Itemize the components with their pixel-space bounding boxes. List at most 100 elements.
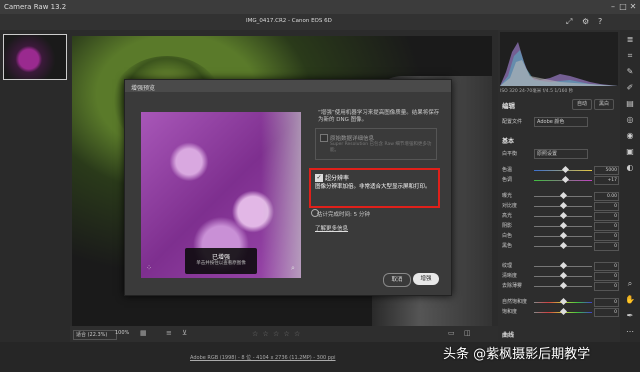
preview-highlight (261, 112, 301, 278)
slider-knob[interactable] (562, 165, 570, 174)
slider-value-input[interactable]: 0.00 (594, 192, 619, 201)
slider-value-input[interactable]: 0 (594, 202, 619, 211)
zoom-icon[interactable]: ⌕ (624, 278, 636, 290)
close-icon[interactable]: ✕ (628, 2, 638, 12)
slider-knob[interactable] (559, 307, 567, 316)
slider-knob[interactable] (559, 281, 567, 290)
brush-icon[interactable]: ✐ (624, 82, 636, 94)
tool-strip: ≣ ⌗ ✎ ✐ ▤ ◎ ◉ ▣ ◐ ⌕ ✋ ✒ ⋯ (620, 30, 640, 342)
move-icon[interactable]: ⁘ (145, 264, 153, 272)
slider-knob[interactable] (559, 221, 567, 230)
slider-value-input[interactable]: 0 (594, 212, 619, 221)
red-eye-icon[interactable]: ◉ (624, 130, 636, 142)
basic-section-header[interactable]: 基本 (502, 136, 514, 145)
slider-value-input[interactable]: 0 (594, 222, 619, 231)
learn-more-link[interactable]: 了解更多信息 (315, 224, 348, 232)
preview-badge-title: 已增强 (211, 254, 230, 261)
snapshots-icon[interactable]: ▣ (624, 146, 636, 158)
help-icon[interactable]: ? (598, 17, 602, 26)
slider-row: 饱和度 0 (502, 307, 619, 317)
filter-icon[interactable]: ⊻ (182, 329, 187, 337)
slider-label: 自然饱和度 (502, 299, 528, 305)
slider-row: 清晰度 0 (502, 271, 619, 281)
more-icon[interactable]: ⋯ (624, 326, 636, 338)
raw-details-sub: Super Resolution 已包含 Raw 细节增强和更多功能。 (330, 142, 432, 153)
slider-value-input[interactable]: 5000 (594, 166, 619, 175)
title-bar: Camera Raw 13.2 – □ ✕ (0, 0, 640, 15)
bw-button[interactable]: 黑白 (594, 99, 614, 110)
slider-label: 纹理 (502, 263, 513, 269)
slider-value-input[interactable]: 0 (594, 282, 619, 291)
compare-icon[interactable]: ◫ (464, 329, 471, 337)
slider-knob[interactable] (559, 191, 567, 200)
filmstrip (0, 30, 70, 330)
slider-label: 色调 (502, 177, 513, 183)
slider-label: 饱和度 (502, 309, 518, 315)
zoom-fit-select[interactable]: 适合 (22.3%) (73, 330, 117, 340)
auto-button[interactable]: 自动 (572, 99, 592, 110)
slider-value-input[interactable]: 0 (594, 298, 619, 307)
zoom-percent-select[interactable]: 100% (115, 330, 129, 336)
presets-icon[interactable]: ◐ (624, 162, 636, 174)
image-thumbnail[interactable] (3, 34, 67, 80)
healing-icon[interactable]: ✎ (624, 66, 636, 78)
super-resolution-checkbox[interactable]: ✓ (315, 174, 323, 182)
slider-value-input[interactable]: 0 (594, 232, 619, 241)
edit-label: 编辑 (502, 102, 515, 110)
slider-knob[interactable] (559, 271, 567, 280)
profile-select[interactable]: Adobe 颜色 (534, 117, 588, 127)
slider-knob[interactable] (559, 231, 567, 240)
radial-filter-icon[interactable]: ◎ (624, 114, 636, 126)
slider-knob[interactable] (559, 297, 567, 306)
super-resolution-desc: 图像分辨率加倍。非常适合大型显示屏和打印。 (315, 184, 431, 190)
slider-knob[interactable] (559, 211, 567, 220)
slider-value-input[interactable]: 0 (594, 272, 619, 281)
slider-label: 阴影 (502, 223, 513, 229)
enhance-button[interactable]: 增强 (413, 273, 439, 285)
slider-value-input[interactable]: 0 (594, 308, 619, 317)
maximize-icon[interactable]: □ (618, 2, 628, 12)
sort-icon[interactable]: ≡ (166, 329, 172, 337)
slider-label: 高光 (502, 213, 513, 219)
fullscreen-icon[interactable]: ⤢ (566, 17, 572, 27)
rating-stars[interactable]: ☆ ☆ ☆ ☆ ☆ (252, 330, 301, 338)
slider-label: 曝光 (502, 193, 513, 199)
grid-icon[interactable]: ▦ (140, 329, 147, 337)
slider-knob[interactable] (559, 241, 567, 250)
slider-label: 黑色 (502, 243, 513, 249)
slider-row: 阴影 0 (502, 221, 619, 231)
hand-icon[interactable]: ✋ (624, 294, 636, 306)
cancel-button[interactable]: 取消 (383, 273, 411, 287)
curve-section-header[interactable]: 曲线 (502, 330, 514, 339)
slider-row: 色温 5000 (502, 165, 619, 175)
enhance-preview-image[interactable]: 已增强 单击并按住以查看原图像 ⁘ ⌕ (141, 112, 301, 278)
edit-icon[interactable]: ≣ (624, 34, 636, 46)
workflow-options-link[interactable]: Adobe RGB (1998) - 8 位 - 4104 x 2736 (11… (190, 354, 336, 361)
slider-knob[interactable] (559, 261, 567, 270)
before-after-icon[interactable]: ▭ (448, 329, 455, 337)
raw-details-checkbox[interactable] (320, 134, 328, 142)
bottom-bar: 适合 (22.3%) 100% ▦ ≡ ⊻ ☆ ☆ ☆ ☆ ☆ ▭ ◫ (70, 326, 498, 342)
slider-value-input[interactable]: +17 (594, 176, 619, 185)
preview-badge-sub: 单击并按住以查看原图像 (196, 261, 246, 266)
color-sampler-icon[interactable]: ✒ (624, 310, 636, 322)
slider-value-input[interactable]: 0 (594, 242, 619, 251)
slider-row: 对比度 0 (502, 201, 619, 211)
white-balance-label: 白平衡 (502, 151, 518, 157)
slider-knob[interactable] (559, 201, 567, 210)
minimize-icon[interactable]: – (608, 2, 618, 12)
app-title: Camera Raw 13.2 (4, 3, 67, 11)
slider-row: 去除薄雾 0 (502, 281, 619, 291)
white-balance-select[interactable]: 原照设置 (534, 149, 588, 159)
slider-value-input[interactable]: 0 (594, 262, 619, 271)
zoom-icon[interactable]: ⌕ (289, 264, 297, 272)
dialog-title: 增强预览 (131, 85, 156, 92)
slider-knob[interactable] (562, 175, 570, 184)
watermark: 头条 @紫枫摄影后期教学 (443, 347, 591, 362)
settings-icon[interactable]: ⚙ (582, 17, 589, 26)
slider-row: 色调 +17 (502, 175, 619, 185)
crop-icon[interactable]: ⌗ (624, 50, 636, 62)
super-resolution-label: 超分辨率 (325, 175, 350, 182)
slider-row: 纹理 0 (502, 261, 619, 271)
linear-gradient-icon[interactable]: ▤ (624, 98, 636, 110)
